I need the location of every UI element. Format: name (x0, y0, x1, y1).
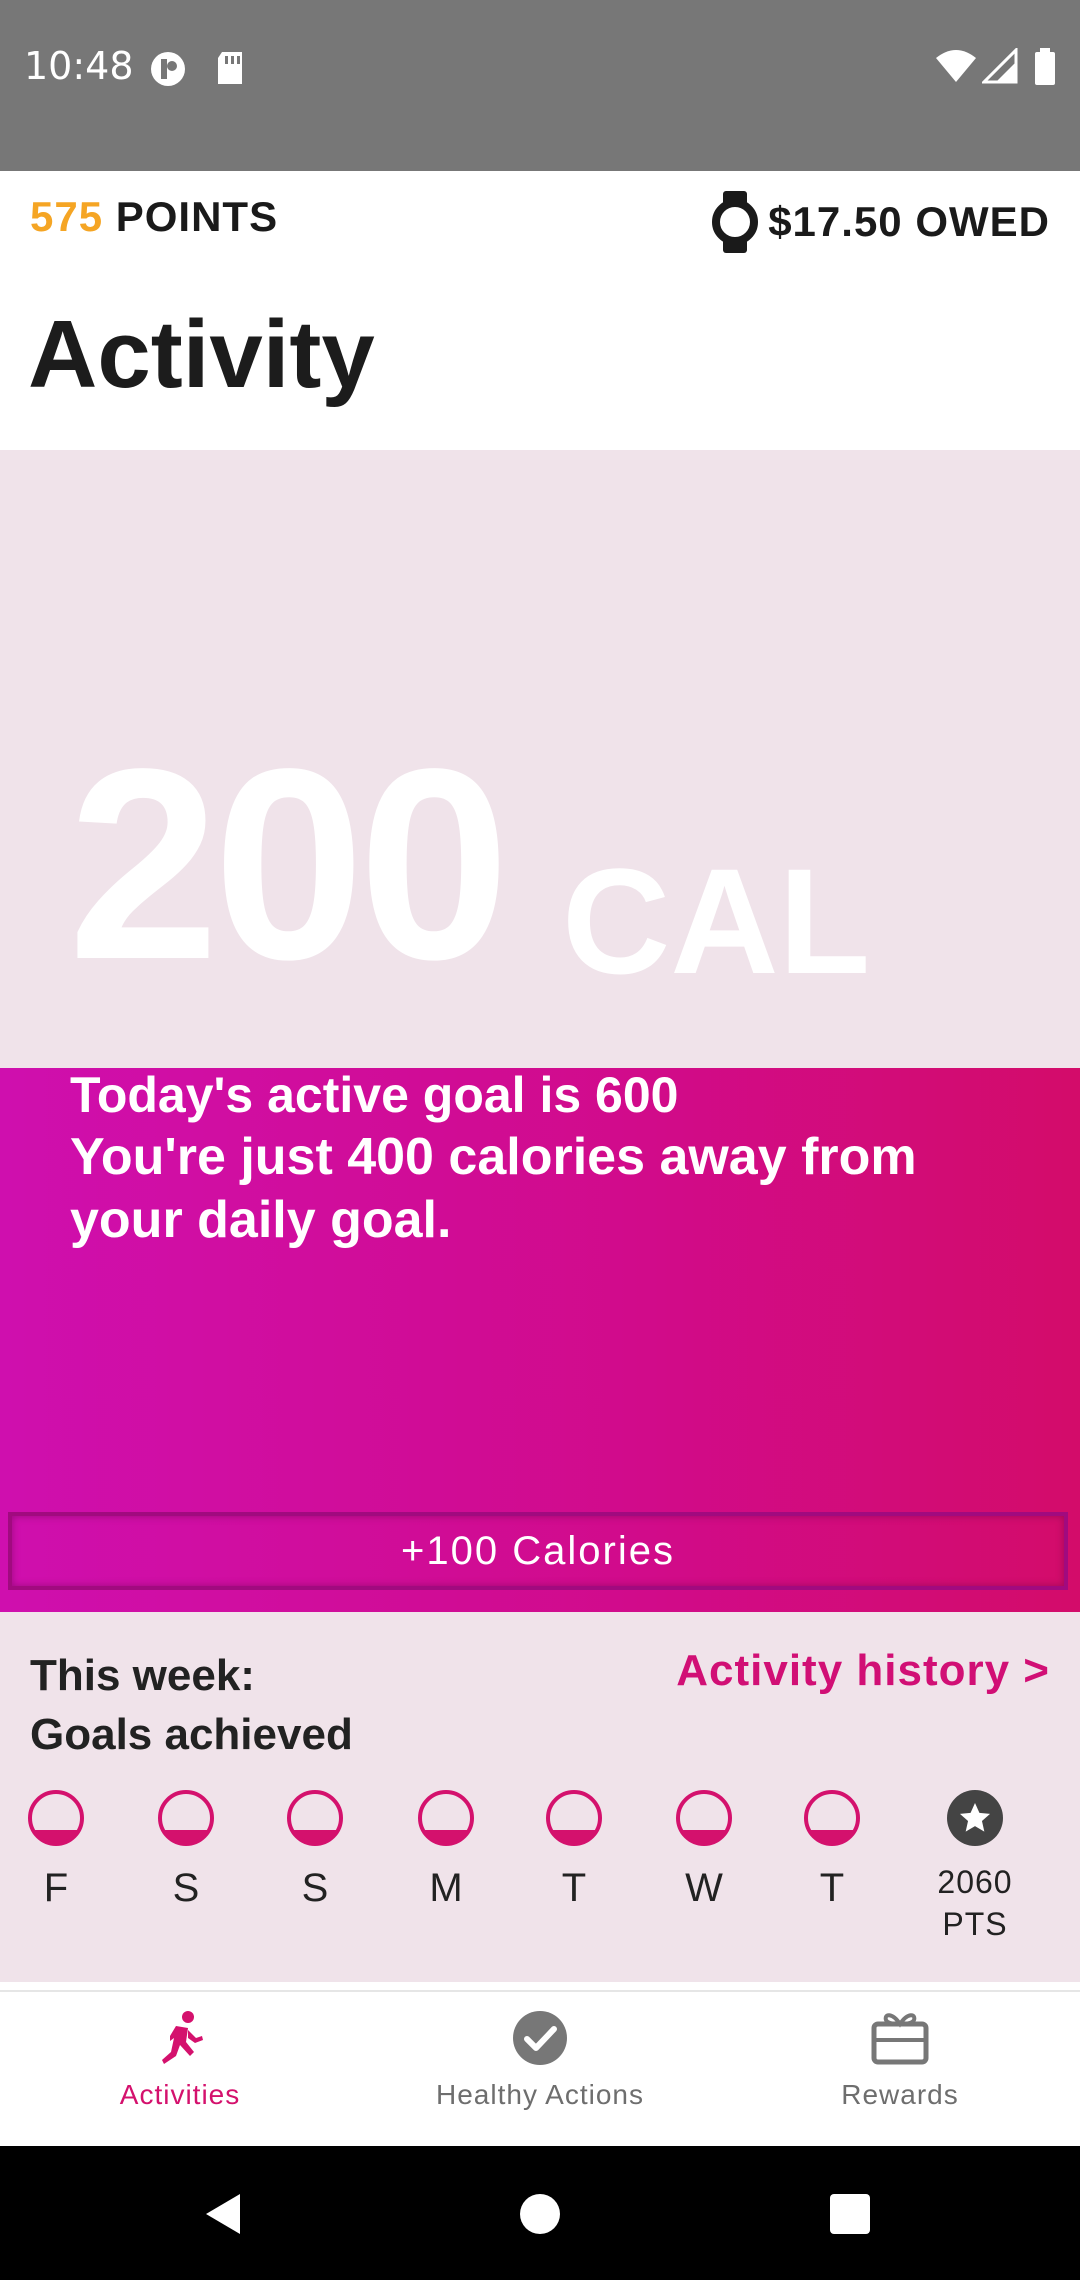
star-icon (947, 1790, 1003, 1846)
day-progress-icon (676, 1790, 732, 1846)
points-value: 575 (30, 193, 104, 240)
running-person-icon (162, 2011, 203, 2064)
day-item[interactable]: S (265, 1790, 365, 1911)
calories-panel: 200 CAL (0, 450, 1080, 1068)
page-title: Activity (28, 301, 375, 408)
nav-healthy-actions-label: Healthy Actions (436, 2079, 644, 2110)
day-letter: W (685, 1866, 723, 1910)
week-panel: This week: Goals achieved Activity histo… (0, 1612, 1080, 1982)
day-item[interactable]: S (136, 1790, 236, 1911)
nav-activities[interactable]: Activities (0, 2008, 360, 2111)
nav-activities-label: Activities (119, 2079, 241, 2110)
day-progress-icon (287, 1790, 343, 1846)
bottom-nav: Activities Healthy Actions Rewards (0, 1990, 1080, 2148)
week-days: F S S M T W T 2060 PTS (0, 1790, 1080, 1970)
week-points-text: 2060 PTS (925, 1862, 1025, 1945)
nav-healthy-actions[interactable]: Healthy Actions (360, 2008, 720, 2111)
day-progress-icon (28, 1790, 84, 1846)
day-item[interactable]: T (782, 1790, 882, 1911)
goal-text: Today's active goal is 600 (70, 1067, 679, 1123)
day-progress-icon (418, 1790, 474, 1846)
day-progress-icon (158, 1790, 214, 1846)
day-letter: F (43, 1866, 69, 1910)
week-points: 2060 PTS (925, 1790, 1025, 1945)
day-letter: M (429, 1866, 463, 1910)
cellular-signal-icon (982, 48, 1018, 84)
status-time: 10:48 (24, 44, 134, 88)
points-summary: 575 POINTS (30, 193, 278, 241)
points-label: POINTS (115, 193, 279, 240)
owed-summary: $17.50 OWED (710, 189, 1050, 255)
nav-rewards-label: Rewards (841, 2079, 959, 2110)
check-circle-icon (513, 2011, 567, 2065)
week-points-value: 2060 (937, 1864, 1013, 1900)
day-item[interactable]: T (524, 1790, 624, 1911)
add-calories-button[interactable]: +100 Calories (8, 1512, 1068, 1590)
day-letter: T (561, 1866, 587, 1910)
week-label-line1: This week: (30, 1651, 255, 1700)
day-item[interactable]: F (6, 1790, 106, 1911)
week-label-line2: Goals achieved (30, 1710, 353, 1760)
day-letter: S (172, 1866, 200, 1910)
day-letter: T (819, 1866, 845, 1910)
nav-rewards[interactable]: Rewards (720, 2008, 1080, 2111)
owed-amount: $17.50 OWED (768, 198, 1050, 245)
day-progress-icon (804, 1790, 860, 1846)
status-bar: 10:48 (0, 0, 1080, 171)
top-bar: 575 POINTS $17.50 OWED (0, 171, 1080, 271)
recents-icon[interactable] (828, 2192, 872, 2236)
app-notification-icon (151, 52, 185, 86)
day-item[interactable]: M (396, 1790, 496, 1911)
goal-remaining-text: You're just 400 calories away from your … (70, 1128, 917, 1250)
day-letter: S (301, 1866, 329, 1910)
system-nav-bar (0, 2146, 1080, 2280)
sd-card-icon (218, 52, 242, 84)
back-icon[interactable] (200, 2190, 248, 2238)
battery-icon (1035, 48, 1055, 85)
gift-icon (871, 2013, 929, 2065)
day-progress-icon (546, 1790, 602, 1846)
calories-value: 200 (68, 712, 510, 1016)
home-icon[interactable] (518, 2192, 562, 2236)
activity-history-link[interactable]: Activity history > (676, 1646, 1050, 1696)
day-item[interactable]: W (654, 1790, 754, 1911)
wifi-icon (936, 50, 976, 82)
week-points-unit: PTS (942, 1905, 1008, 1942)
calories-unit: CAL (562, 837, 871, 1005)
watch-icon (712, 191, 759, 253)
goal-panel: Today's active goal is 600 You're just 4… (0, 1068, 1080, 1612)
week-label: This week: Goals achieved (30, 1646, 353, 1765)
